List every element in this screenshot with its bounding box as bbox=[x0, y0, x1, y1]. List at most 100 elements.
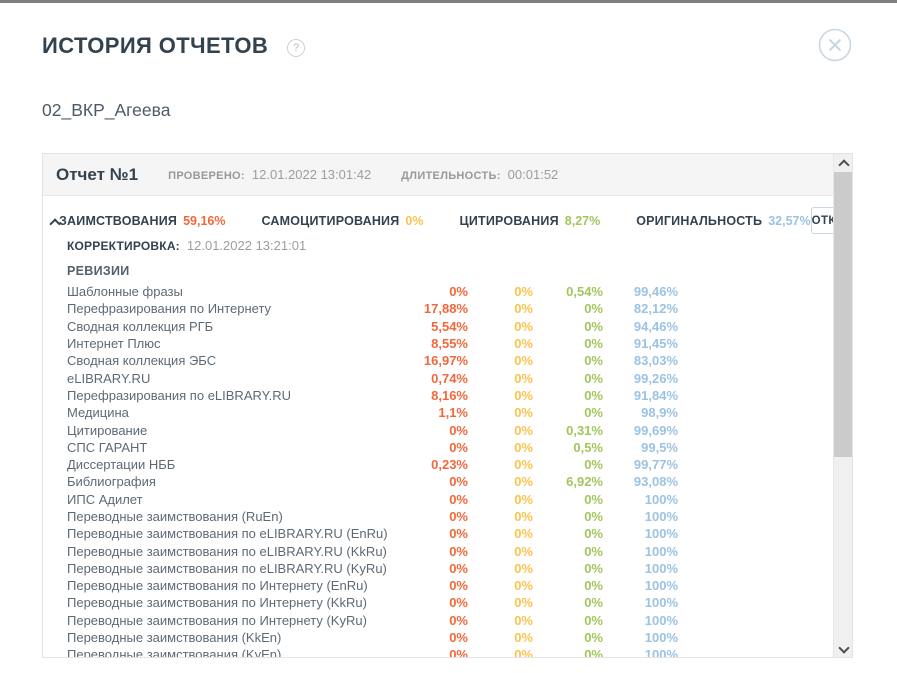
row-value-self_cited: 0% bbox=[468, 457, 533, 472]
revision-rows: Шаблонные фразы0%0%0,54%99,46%Перефразир… bbox=[67, 283, 852, 658]
row-value-borrowed: 5,54% bbox=[410, 319, 468, 334]
row-label: Переводные заимствования по Интернету (E… bbox=[67, 578, 410, 593]
table-row: ИПС Адилет0%0%0%100% bbox=[67, 491, 852, 508]
row-value-self_cited: 0% bbox=[468, 423, 533, 438]
row-value-self_cited: 0% bbox=[468, 319, 533, 334]
row-label: Библиография bbox=[67, 474, 410, 489]
table-row: Цитирование0%0%0,31%99,69% bbox=[67, 421, 852, 438]
row-value-self_cited: 0% bbox=[468, 388, 533, 403]
row-value-self_cited: 0% bbox=[468, 647, 533, 658]
row-label: Переводные заимствования по eLIBRARY.RU … bbox=[67, 561, 410, 576]
close-button[interactable] bbox=[818, 28, 852, 62]
row-value-self_cited: 0% bbox=[468, 336, 533, 351]
table-row: Диссертации НББ0,23%0%0%99,77% bbox=[67, 456, 852, 473]
row-label: Перефразирования по Интернету bbox=[67, 301, 410, 316]
scrollbar[interactable] bbox=[833, 154, 852, 657]
table-row: Перефразирования по eLIBRARY.RU8,16%0%0%… bbox=[67, 387, 852, 404]
row-value-self_cited: 0% bbox=[468, 509, 533, 524]
row-label: Переводные заимствования по Интернету (K… bbox=[67, 595, 410, 610]
row-value-self_cited: 0% bbox=[468, 561, 533, 576]
summary-value: 59,16% bbox=[183, 214, 225, 228]
summary-item: ЗАИМСТВОВАНИЯ 59,16% bbox=[59, 214, 225, 228]
table-row: Сводная коллекция ЭБС16,97%0%0%83,03% bbox=[67, 352, 852, 369]
summary-label: ОРИГИНАЛЬНОСТЬ bbox=[636, 214, 762, 228]
row-value-borrowed: 0,23% bbox=[410, 457, 468, 472]
row-value-original: 99,5% bbox=[603, 440, 678, 455]
row-value-cited: 0% bbox=[533, 336, 603, 351]
row-value-borrowed: 17,88% bbox=[410, 301, 468, 316]
row-value-cited: 0% bbox=[533, 630, 603, 645]
row-label: Цитирование bbox=[67, 423, 410, 438]
row-value-borrowed: 0% bbox=[410, 423, 468, 438]
row-value-borrowed: 1,1% bbox=[410, 405, 468, 420]
row-value-self_cited: 0% bbox=[468, 284, 533, 299]
row-value-borrowed: 16,97% bbox=[410, 353, 468, 368]
row-value-original: 93,08% bbox=[603, 474, 678, 489]
row-value-cited: 0% bbox=[533, 595, 603, 610]
row-value-borrowed: 0% bbox=[410, 284, 468, 299]
row-value-self_cited: 0% bbox=[468, 371, 533, 386]
page-title: ИСТОРИЯ ОТЧЕТОВ bbox=[42, 33, 268, 59]
row-value-self_cited: 0% bbox=[468, 353, 533, 368]
checked-value: 12.01.2022 13:01:42 bbox=[252, 167, 371, 182]
row-label: Медицина bbox=[67, 405, 410, 420]
row-value-cited: 0% bbox=[533, 405, 603, 420]
row-value-self_cited: 0% bbox=[468, 440, 533, 455]
row-value-original: 100% bbox=[603, 492, 678, 507]
table-row: Переводные заимствования по eLIBRARY.RU … bbox=[67, 560, 852, 577]
duration-value: 00:01:52 bbox=[508, 167, 559, 182]
row-label: Переводные заимствования (KkEn) bbox=[67, 630, 410, 645]
scroll-down-icon[interactable] bbox=[834, 640, 853, 657]
row-value-self_cited: 0% bbox=[468, 492, 533, 507]
row-label: ИПС Адилет bbox=[67, 492, 410, 507]
row-value-cited: 0% bbox=[533, 526, 603, 541]
row-value-borrowed: 0% bbox=[410, 526, 468, 541]
row-label: Переводные заимствования по eLIBRARY.RU … bbox=[67, 526, 410, 541]
row-label: Переводные заимствования по eLIBRARY.RU … bbox=[67, 544, 410, 559]
row-value-cited: 0% bbox=[533, 544, 603, 559]
table-row: Шаблонные фразы0%0%0,54%99,46% bbox=[67, 283, 852, 300]
report-card-header: Отчет №1 ПРОВЕРЕНО: 12.01.2022 13:01:42 … bbox=[43, 154, 852, 196]
row-value-original: 99,26% bbox=[603, 371, 678, 386]
duration-meta: ДЛИТЕЛЬНОСТЬ: 00:01:52 bbox=[401, 167, 558, 182]
summary-label: ЗАИМСТВОВАНИЯ bbox=[59, 214, 177, 228]
row-value-self_cited: 0% bbox=[468, 474, 533, 489]
row-value-self_cited: 0% bbox=[468, 630, 533, 645]
row-value-original: 100% bbox=[603, 613, 678, 628]
help-icon[interactable]: ? bbox=[287, 39, 305, 57]
row-label: СПС ГАРАНТ bbox=[67, 440, 410, 455]
row-label: Переводные заимствования по Интернету (K… bbox=[67, 613, 410, 628]
row-value-self_cited: 0% bbox=[468, 301, 533, 316]
row-value-borrowed: 0% bbox=[410, 647, 468, 658]
table-row: Переводные заимствования по eLIBRARY.RU … bbox=[67, 525, 852, 542]
checked-meta: ПРОВЕРЕНО: 12.01.2022 13:01:42 bbox=[168, 167, 371, 182]
summary-label: ЦИТИРОВАНИЯ bbox=[460, 214, 559, 228]
row-value-original: 100% bbox=[603, 630, 678, 645]
row-label: eLIBRARY.RU bbox=[67, 371, 410, 386]
row-value-cited: 0% bbox=[533, 388, 603, 403]
summary-value: 8,27% bbox=[565, 214, 600, 228]
row-value-self_cited: 0% bbox=[468, 595, 533, 610]
report-card-body: ЗАИМСТВОВАНИЯ59,16%САМОЦИТИРОВАНИЯ0%ЦИТИ… bbox=[43, 207, 852, 658]
row-value-original: 91,45% bbox=[603, 336, 678, 351]
row-value-original: 99,69% bbox=[603, 423, 678, 438]
row-value-original: 91,84% bbox=[603, 388, 678, 403]
row-value-original: 98,9% bbox=[603, 405, 678, 420]
row-value-original: 100% bbox=[603, 526, 678, 541]
row-value-cited: 0% bbox=[533, 353, 603, 368]
scroll-up-icon[interactable] bbox=[834, 154, 853, 171]
row-value-borrowed: 0% bbox=[410, 561, 468, 576]
row-value-borrowed: 0% bbox=[410, 613, 468, 628]
row-value-self_cited: 0% bbox=[468, 544, 533, 559]
row-value-original: 100% bbox=[603, 578, 678, 593]
summary-items: ЗАИМСТВОВАНИЯ59,16%САМОЦИТИРОВАНИЯ0%ЦИТИ… bbox=[59, 214, 811, 228]
row-value-borrowed: 0% bbox=[410, 474, 468, 489]
row-label: Интернет Плюс bbox=[67, 336, 410, 351]
row-value-borrowed: 0% bbox=[410, 544, 468, 559]
row-value-borrowed: 8,16% bbox=[410, 388, 468, 403]
row-value-self_cited: 0% bbox=[468, 526, 533, 541]
scrollbar-thumb[interactable] bbox=[834, 172, 853, 457]
row-value-self_cited: 0% bbox=[468, 405, 533, 420]
table-row: Переводные заимствования по eLIBRARY.RU … bbox=[67, 542, 852, 559]
table-row: Сводная коллекция РГБ5,54%0%0%94,46% bbox=[67, 318, 852, 335]
